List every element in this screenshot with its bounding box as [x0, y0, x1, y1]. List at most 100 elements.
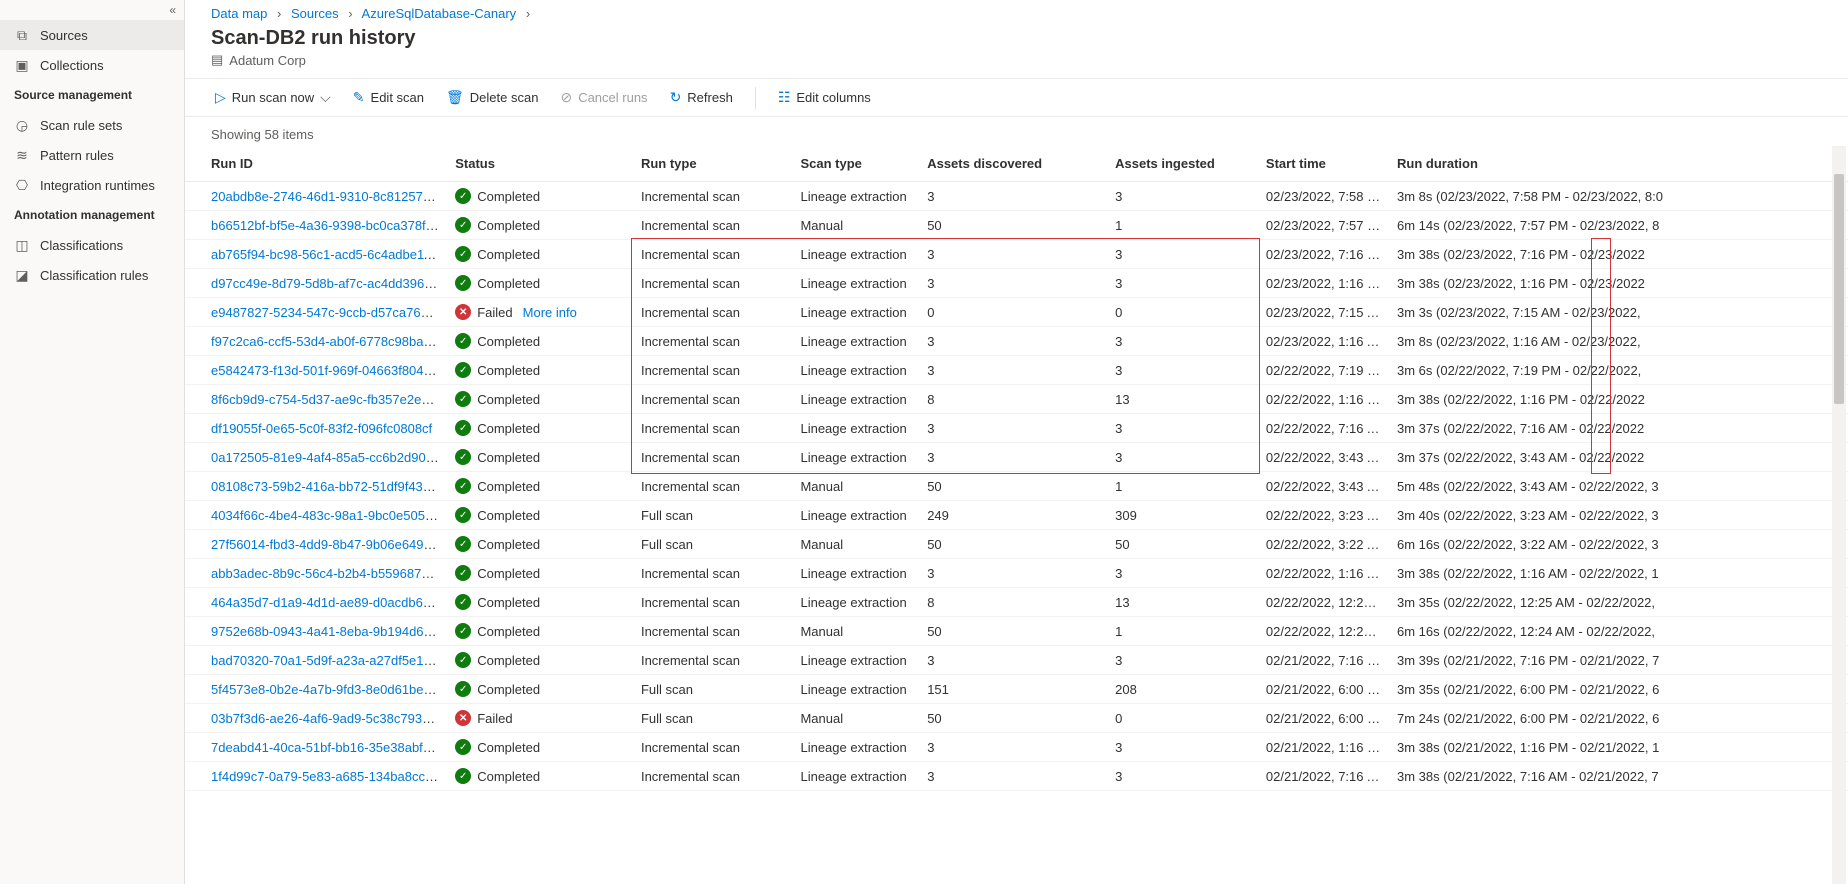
table-row[interactable]: 8f6cb9d9-c754-5d37-ae9c-fb357e2e1978 ✓Co…	[185, 385, 1848, 414]
run-id-link[interactable]: 5f4573e8-0b2e-4a7b-9fd3-8e0d61be6d30	[211, 682, 447, 697]
sidebar-item-sources[interactable]: ⧉Sources	[0, 20, 184, 50]
scan-type: Lineage extraction	[792, 588, 919, 617]
column-header[interactable]: Run type	[633, 146, 793, 182]
table-row[interactable]: 464a35d7-d1a9-4d1d-ae89-d0acdb66da1d ✓Co…	[185, 588, 1848, 617]
assets-discovered: 3	[919, 646, 1107, 675]
table-row[interactable]: 4034f66c-4be4-483c-98a1-9bc0e505c04f ✓Co…	[185, 501, 1848, 530]
column-header[interactable]: Run duration	[1389, 146, 1848, 182]
status-text: Completed	[477, 653, 540, 668]
run-id-link[interactable]: 20abdb8e-2746-46d1-9310-8c812571d47f	[211, 189, 447, 204]
run-id-link[interactable]: 7deabd41-40ca-51bf-bb16-35e38abf30e0	[211, 740, 447, 755]
assets-discovered: 3	[919, 240, 1107, 269]
run-id-link[interactable]: bad70320-70a1-5d9f-a23a-a27df5e151ad	[211, 653, 447, 668]
run-duration: 6m 16s (02/22/2022, 3:22 AM - 02/22/2022…	[1389, 530, 1848, 559]
run-id-link[interactable]: 03b7f3d6-ae26-4af6-9ad9-5c38c7938ebf	[211, 711, 447, 726]
status-text: Completed	[477, 682, 540, 697]
assets-ingested: 0	[1107, 704, 1258, 733]
sidebar-item-integration-runtimes[interactable]: ⎔Integration runtimes	[0, 170, 184, 200]
table-row[interactable]: bad70320-70a1-5d9f-a23a-a27df5e151ad ✓Co…	[185, 646, 1848, 675]
table-row[interactable]: abb3adec-8b9c-56c4-b2b4-b559687b52b8 ✓Co…	[185, 559, 1848, 588]
delete-scan-button[interactable]: 🗑 Delete scan	[436, 83, 548, 112]
run-id-link[interactable]: 0a172505-81e9-4af4-85a5-cc6b2d908379	[211, 450, 447, 465]
start-time: 02/22/2022, 3:43 A…	[1258, 443, 1389, 472]
toolbar: ▷ Run scan now ⌵ ✎ Edit scan 🗑 Delete sc…	[185, 78, 1848, 117]
table-row[interactable]: 5f4573e8-0b2e-4a7b-9fd3-8e0d61be6d30 ✓ Co…	[185, 675, 1848, 704]
run-id-link[interactable]: 1f4d99c7-0a79-5e83-a685-134ba8cc6744	[211, 769, 447, 784]
start-time: 02/22/2022, 7:19 PM	[1258, 356, 1389, 385]
run-id-link[interactable]: abb3adec-8b9c-56c4-b2b4-b559687b52b8	[211, 566, 447, 581]
run-id-link[interactable]: 08108c73-59b2-416a-bb72-51df9f43779a	[211, 479, 447, 494]
run-id-link[interactable]: 464a35d7-d1a9-4d1d-ae89-d0acdb66da1d	[211, 595, 447, 610]
run-id-link[interactable]: e9487827-5234-547c-9ccb-d57ca769e94f	[211, 305, 447, 320]
table-row[interactable]: e5842473-f13d-501f-969f-04663f804bc0 ✓Co…	[185, 356, 1848, 385]
sidebar-item-collections[interactable]: ▣Collections	[0, 50, 184, 80]
table-row[interactable]: 08108c73-59b2-416a-bb72-51df9f43779a ✓Co…	[185, 472, 1848, 501]
breadcrumb-data-map[interactable]: Data map	[211, 6, 267, 21]
edit-scan-button[interactable]: ✎ Edit scan	[343, 83, 434, 112]
success-icon: ✓	[455, 681, 471, 697]
run-id-link[interactable]: ab765f94-bc98-56c1-acd5-6c4adbe11851	[211, 247, 447, 262]
column-header[interactable]: Assets ingested	[1107, 146, 1258, 182]
table-row[interactable]: 27f56014-fbd3-4dd9-8b47-9b06e649aba4 ✓Co…	[185, 530, 1848, 559]
table-row[interactable]: 20abdb8e-2746-46d1-9310-8c812571d47f ✓Co…	[185, 182, 1848, 211]
sidebar-item-classification-rules[interactable]: ◪Classification rules	[0, 260, 184, 290]
run-id-link[interactable]: d97cc49e-8d79-5d8b-af7c-ac4dd3961ebb	[211, 276, 447, 291]
status-text: Completed	[477, 624, 540, 639]
column-header[interactable]: Scan type	[792, 146, 919, 182]
run-id-link[interactable]: f97c2ca6-ccf5-53d4-ab0f-6778c98bac37	[211, 334, 444, 349]
start-time: 02/21/2022, 7:16 A…	[1258, 762, 1389, 791]
table-row[interactable]: 9752e68b-0943-4a41-8eba-9b194d6b723c ✓Co…	[185, 617, 1848, 646]
table-row[interactable]: 7deabd41-40ca-51bf-bb16-35e38abf30e0 ✓Co…	[185, 733, 1848, 762]
sidebar-item-sources-icon: ⧉	[14, 27, 30, 43]
success-icon: ✓	[455, 739, 471, 755]
sidebar-item-classifications[interactable]: ◫Classifications	[0, 230, 184, 260]
more-info-link[interactable]: More info	[523, 305, 577, 320]
table-row[interactable]: 03b7f3d6-ae26-4af6-9ad9-5c38c7938ebf ✕Fa…	[185, 704, 1848, 733]
sidebar-collapse[interactable]: «	[0, 0, 184, 20]
start-time: 02/21/2022, 1:16 PM	[1258, 733, 1389, 762]
table-row[interactable]: b66512bf-bf5e-4a36-9398-bc0ca378fcf2 ✓Co…	[185, 211, 1848, 240]
table-row[interactable]: e9487827-5234-547c-9ccb-d57ca769e94f ✕Fa…	[185, 298, 1848, 327]
status-text: Completed	[477, 537, 540, 552]
run-scan-now-button[interactable]: ▷ Run scan now ⌵	[205, 83, 341, 112]
column-header[interactable]: Run ID	[185, 146, 447, 182]
scan-type: Lineage extraction	[792, 501, 919, 530]
run-id-link[interactable]: 4034f66c-4be4-483c-98a1-9bc0e505c04f	[211, 508, 447, 523]
scrollbar-thumb[interactable]	[1834, 174, 1844, 404]
run-id-link[interactable]: df19055f-0e65-5c0f-83f2-f096fc0808cf	[211, 421, 432, 436]
run-id-link[interactable]: 9752e68b-0943-4a41-8eba-9b194d6b723c	[211, 624, 447, 639]
scan-type: Lineage extraction	[792, 269, 919, 298]
run-id-link[interactable]: 27f56014-fbd3-4dd9-8b47-9b06e649aba4	[211, 537, 447, 552]
run-id-link[interactable]: b66512bf-bf5e-4a36-9398-bc0ca378fcf2	[211, 218, 443, 233]
column-header[interactable]: Assets discovered	[919, 146, 1107, 182]
breadcrumb-sources[interactable]: Sources	[291, 6, 339, 21]
assets-ingested: 3	[1107, 559, 1258, 588]
table-row[interactable]: d97cc49e-8d79-5d8b-af7c-ac4dd3961ebb ✓Co…	[185, 269, 1848, 298]
section-source-management: Source management	[0, 80, 184, 110]
column-header[interactable]: Start time	[1258, 146, 1389, 182]
table-scroll[interactable]: Run IDStatusRun typeScan typeAssets disc…	[185, 146, 1848, 884]
status-text: Failed	[477, 305, 512, 320]
scan-type: Lineage extraction	[792, 762, 919, 791]
table-row[interactable]: df19055f-0e65-5c0f-83f2-f096fc0808cf ✓Co…	[185, 414, 1848, 443]
scan-type: Manual	[792, 704, 919, 733]
refresh-button[interactable]: ↻ Refresh	[660, 83, 743, 112]
run-duration: 3m 40s (02/22/2022, 3:23 AM - 02/22/2022…	[1389, 501, 1848, 530]
table-row[interactable]: 1f4d99c7-0a79-5e83-a685-134ba8cc6744 ✓Co…	[185, 762, 1848, 791]
run-type: Incremental scan	[633, 182, 793, 211]
scrollbar[interactable]	[1832, 146, 1846, 884]
table-row[interactable]: f97c2ca6-ccf5-53d4-ab0f-6778c98bac37 ✓Co…	[185, 327, 1848, 356]
run-id-link[interactable]: e5842473-f13d-501f-969f-04663f804bc0	[211, 363, 444, 378]
column-header[interactable]: Status	[447, 146, 633, 182]
scan-type: Lineage extraction	[792, 733, 919, 762]
assets-ingested: 3	[1107, 327, 1258, 356]
sidebar-item-pattern-rules[interactable]: ≋Pattern rules	[0, 140, 184, 170]
breadcrumb-source-name[interactable]: AzureSqlDatabase-Canary	[362, 6, 517, 21]
table-row[interactable]: 0a172505-81e9-4af4-85a5-cc6b2d908379 ✓Co…	[185, 443, 1848, 472]
edit-columns-button[interactable]: ☷ Edit columns	[768, 83, 881, 112]
assets-discovered: 249	[919, 501, 1107, 530]
sidebar-item-scan-rule-sets[interactable]: ◶Scan rule sets	[0, 110, 184, 140]
run-id-link[interactable]: 8f6cb9d9-c754-5d37-ae9c-fb357e2e1978	[211, 392, 447, 407]
start-time: 02/23/2022, 1:16 PM	[1258, 269, 1389, 298]
table-row[interactable]: ab765f94-bc98-56c1-acd5-6c4adbe11851 ✓Co…	[185, 240, 1848, 269]
